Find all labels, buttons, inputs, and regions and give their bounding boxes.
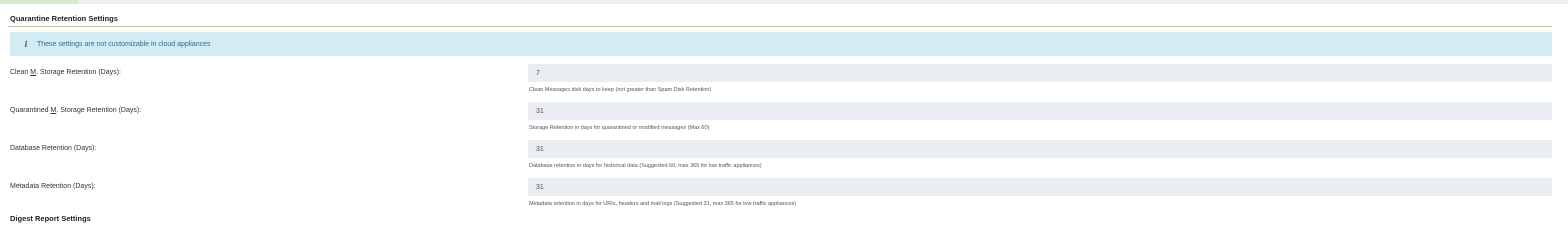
next-section-title: Digest Report Settings — [10, 214, 91, 223]
metadata-retention-input[interactable] — [528, 178, 1552, 196]
form-row-clean-storage-retention: Clean M. Storage Retention (Days): Clean… — [0, 64, 1568, 98]
clean-storage-retention-help: Clean Messages disk days to keep (not gr… — [529, 87, 712, 93]
database-retention-label: Database Retention (Days): — [10, 145, 97, 152]
form-row-database-retention: Database Retention (Days): Database rete… — [0, 140, 1568, 174]
quarantined-storage-retention-input[interactable] — [528, 102, 1552, 120]
quarantined-storage-retention-help: Storage Retention in days for quarantine… — [529, 125, 710, 131]
section-title: Quarantine Retention Settings — [10, 14, 118, 23]
database-retention-help: Database retention in days for historica… — [529, 163, 762, 169]
clean-storage-retention-label: Clean M. Storage Retention (Days): — [10, 69, 121, 76]
info-alert-text: These settings are not customizable in c… — [37, 40, 211, 48]
top-tab-strip — [0, 0, 1568, 4]
form-row-quarantined-storage-retention: Quarantined M. Storage Retention (Days):… — [0, 102, 1568, 136]
clean-storage-retention-input[interactable] — [528, 64, 1552, 82]
database-retention-input[interactable] — [528, 140, 1552, 158]
metadata-retention-label: Metadata Retention (Days): — [10, 183, 96, 190]
form-row-metadata-retention: Metadata Retention (Days): Metadata rete… — [0, 178, 1568, 212]
info-alert: i These settings are not customizable in… — [10, 32, 1552, 56]
quarantined-storage-retention-label: Quarantined M. Storage Retention (Days): — [10, 107, 142, 114]
active-tab-indicator[interactable] — [0, 0, 78, 4]
info-icon: i — [24, 39, 28, 49]
section-divider — [8, 26, 1552, 27]
metadata-retention-help: Metadata retention in days for URIs, hea… — [529, 201, 797, 207]
